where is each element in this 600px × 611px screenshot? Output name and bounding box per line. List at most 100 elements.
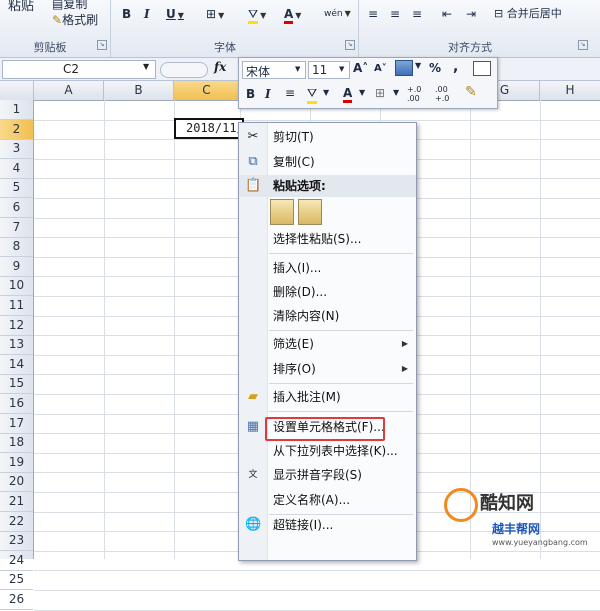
active-cell-c2[interactable]: 2018/11/ [174, 118, 244, 139]
number-format-icon[interactable] [395, 60, 413, 76]
row-header-12[interactable]: 12 [0, 316, 33, 336]
row-header-22[interactable]: 22 [0, 512, 33, 532]
menu-item-delete[interactable]: 删除(D)... [239, 281, 416, 303]
font-color-icon[interactable]: A [343, 86, 353, 103]
row-header-7[interactable]: 7 [0, 218, 33, 238]
row-header-19[interactable]: 19 [0, 453, 33, 473]
mini-bold-button[interactable]: B [246, 87, 255, 101]
decrease-indent-button[interactable]: ⇤ [442, 4, 452, 24]
menu-item-show-phonetic[interactable]: 文 显示拼音字段(S) [239, 464, 416, 486]
hyperlink-icon: 🌐 [245, 517, 262, 532]
format-painter-button[interactable]: ✎格式刷 [52, 10, 98, 30]
font-name-select[interactable]: 宋体 ▼ [242, 61, 306, 79]
row-header-24[interactable]: 24 [0, 551, 33, 571]
increase-decimal-button[interactable]: +.0 .00 [407, 85, 433, 103]
row-header-23[interactable]: 23 [0, 531, 33, 552]
formula-resize-handle[interactable] [160, 62, 208, 78]
menu-item-label: 从下拉列表中选择(K)... [273, 444, 398, 458]
percent-style-button[interactable]: % [429, 61, 441, 75]
font-size-select[interactable]: 11 ▼ [308, 61, 350, 79]
font-color-button[interactable]: A ▼ [284, 4, 301, 24]
row-header-5[interactable]: 5 [0, 178, 33, 199]
chevron-down-icon[interactable]: ▼ [393, 88, 399, 97]
align-center-button[interactable]: ≡ [390, 4, 400, 24]
italic-button[interactable]: I [144, 4, 150, 24]
clipboard-launcher[interactable]: ↘ [97, 40, 107, 50]
row-header-3[interactable]: 3 [0, 139, 33, 160]
phonetic-button[interactable]: wén ▼ [324, 4, 351, 24]
chevron-down-icon[interactable]: ▼ [415, 61, 421, 70]
row-header-15[interactable]: 15 [0, 374, 33, 395]
column-header-c[interactable]: C [174, 81, 240, 100]
menu-item-hyperlink[interactable]: 🌐 超链接(I)... [239, 514, 416, 536]
row-header-8[interactable]: 8 [0, 237, 33, 258]
menu-item-define-name[interactable]: 定义名称(A)... [239, 489, 416, 511]
name-box-value: C2 [63, 62, 80, 76]
menu-item-paste-special[interactable]: 选择性粘贴(S)... [239, 228, 416, 250]
comma-style-button[interactable]: , [453, 59, 458, 75]
paste-button[interactable]: 粘贴 [8, 0, 34, 17]
chevron-down-icon[interactable]: ▼ [323, 88, 329, 97]
alignment-launcher[interactable]: ↘ [578, 40, 588, 50]
border-icon[interactable]: ⊞ [375, 86, 385, 100]
row-header-1[interactable]: 1 [0, 100, 33, 120]
font-launcher[interactable]: ↘ [345, 40, 355, 50]
row-header-26[interactable]: 26 [0, 590, 33, 610]
align-right-button[interactable]: ≡ [412, 4, 422, 24]
menu-item-clear-contents[interactable]: 清除内容(N) [239, 305, 416, 327]
menu-item-sort[interactable]: 排序(O) ▶ [239, 358, 416, 380]
gridline [104, 100, 105, 559]
row-header-11[interactable]: 11 [0, 296, 33, 316]
paste-option-values-icon[interactable] [298, 199, 322, 225]
fill-bucket-icon[interactable]: ⛛ [307, 86, 318, 104]
chevron-down-icon[interactable]: ▼ [359, 88, 365, 97]
scissors-icon: ✂ [247, 129, 259, 144]
insert-function-button[interactable]: fx [214, 60, 226, 74]
column-header-b[interactable]: B [104, 81, 174, 100]
merge-center-label: 合并后居中 [506, 7, 562, 20]
column-header-h[interactable]: H [540, 81, 600, 100]
row-header-25[interactable]: 25 [0, 570, 33, 591]
row-header-10[interactable]: 10 [0, 276, 33, 297]
row-header-13[interactable]: 13 [0, 335, 33, 356]
row-header-2[interactable]: 2 [0, 119, 33, 140]
row-header-6[interactable]: 6 [0, 198, 33, 218]
column-header-a[interactable]: A [34, 81, 104, 100]
menu-item-pick-from-list[interactable]: 从下拉列表中选择(K)... [239, 440, 416, 462]
menu-item-copy[interactable]: ⧉ 复制(C) [239, 151, 416, 173]
menu-item-cut[interactable]: ✂ 剪切(T) [239, 126, 416, 148]
name-box[interactable]: C2 ▼ [2, 60, 156, 79]
merge-center-button[interactable]: ⊟ 合并后居中 [494, 4, 562, 24]
row-header-21[interactable]: 21 [0, 492, 33, 512]
decrease-decimal-button[interactable]: .00 +.0 [435, 85, 461, 103]
center-align-icon[interactable]: ≡ [285, 86, 295, 100]
merge-icon[interactable] [473, 61, 491, 76]
menu-item-insert-comment[interactable]: ▰ 插入批注(M) [239, 386, 416, 408]
menu-item-insert[interactable]: 插入(I)... [239, 257, 416, 279]
row-header-16[interactable]: 16 [0, 394, 33, 414]
border-button[interactable]: ⊞ ▼ [206, 4, 224, 24]
row-header-18[interactable]: 18 [0, 433, 33, 454]
underline-button[interactable]: U ▼ [166, 4, 184, 24]
row-header-9[interactable]: 9 [0, 257, 33, 277]
mini-italic-button[interactable]: I [265, 87, 271, 101]
align-left-button[interactable]: ≡ [368, 4, 378, 24]
separator [358, 0, 359, 57]
row-header-4[interactable]: 4 [0, 159, 33, 179]
grow-font-button[interactable]: A˄ [353, 61, 368, 75]
bold-button[interactable]: B [122, 4, 131, 24]
fill-color-button[interactable]: ⛛ ▼ [248, 4, 266, 24]
row-header-20[interactable]: 20 [0, 472, 33, 493]
shrink-font-button[interactable]: A˅ [374, 63, 387, 74]
row-header-17[interactable]: 17 [0, 414, 33, 434]
underline-label: U [166, 7, 176, 21]
select-all-corner[interactable] [0, 81, 34, 100]
chevron-right-icon: ▶ [401, 339, 408, 348]
chevron-down-icon[interactable]: ▼ [143, 62, 149, 71]
menu-item-filter[interactable]: 筛选(E) ▶ [239, 333, 416, 355]
menu-item-label: 删除(D)... [273, 285, 328, 299]
row-header-14[interactable]: 14 [0, 355, 33, 375]
format-painter-icon[interactable]: ✎ [465, 84, 477, 100]
paste-option-keep-format-icon[interactable] [270, 199, 294, 225]
increase-indent-button[interactable]: ⇥ [466, 4, 476, 24]
